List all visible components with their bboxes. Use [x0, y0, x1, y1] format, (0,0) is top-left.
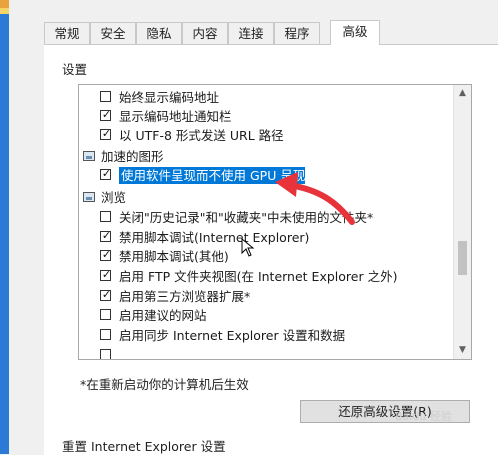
checkbox[interactable]: ✓	[100, 167, 112, 180]
scroll-down-arrow-icon[interactable]: ▼	[454, 342, 471, 359]
setting-row-enable-sync-settings[interactable]: 启用同步 Internet Explorer 设置和数据	[79, 326, 453, 345]
checkmark-icon: ✓	[101, 127, 112, 140]
setting-row-disable-script-debugging-ie[interactable]: ✓ 禁用脚本调试(Internet Explorer)	[79, 228, 453, 247]
checkbox[interactable]	[100, 349, 111, 359]
background-window-strip	[0, 0, 9, 454]
scrollbar-thumb[interactable]	[458, 241, 467, 275]
category-label: 加速的图形	[101, 149, 164, 164]
restart-note: *在重新启动你的计算机后生效	[80, 377, 249, 392]
checkmark-icon: ✓	[101, 248, 112, 261]
category-accelerated-graphics: 加速的图形	[79, 147, 453, 166]
tab-programs[interactable]: 程序	[274, 22, 320, 44]
tab-content[interactable]: 内容	[182, 22, 228, 44]
setting-label: 使用软件呈现而不使用 GPU 呈现*	[121, 168, 312, 183]
checkbox[interactable]: ✓	[100, 248, 112, 261]
checkbox[interactable]: ✓	[100, 108, 112, 121]
checkmark-icon: ✓	[101, 108, 112, 121]
setting-label: 启用建议的网站	[119, 308, 207, 323]
advanced-settings-list[interactable]: 始终显示编码地址 ✓ 显示编码地址通知栏 ✓ 以 UTF-8 形式发送 URL …	[78, 84, 472, 360]
setting-label: 禁用脚本调试(Internet Explorer)	[119, 230, 310, 245]
setting-label: 关闭"历史记录"和"收藏夹"中未使用的文件夹*	[119, 210, 374, 225]
checkmark-icon: ✓	[101, 229, 112, 242]
checkmark-icon: ✓	[101, 268, 112, 281]
taskbar-chip	[0, 0, 9, 8]
tab-advanced[interactable]: 高级	[330, 20, 380, 45]
setting-row-enable-ftp-folder-view[interactable]: ✓ 启用 FTP 文件夹视图(在 Internet Explorer 之外)	[79, 267, 453, 286]
setting-label: 显示编码地址通知栏	[119, 109, 232, 124]
checkbox[interactable]	[100, 309, 111, 320]
mouse-pointer-icon	[241, 238, 255, 257]
setting-row-partial[interactable]	[79, 346, 453, 359]
checkbox[interactable]	[100, 211, 111, 222]
category-browsing: 浏览	[79, 188, 453, 207]
setting-row-always-show-encoded-address[interactable]: 始终显示编码地址	[79, 88, 453, 107]
checkbox[interactable]: ✓	[100, 288, 112, 301]
watermark-logo: Baidu 经验	[395, 410, 452, 423]
setting-label: 始终显示编码地址	[119, 90, 220, 105]
checkbox[interactable]	[100, 91, 111, 102]
setting-label: 启用 FTP 文件夹视图(在 Internet Explorer 之外)	[119, 269, 398, 284]
setting-row-send-utf8-url[interactable]: ✓ 以 UTF-8 形式发送 URL 路径	[79, 126, 453, 145]
tab-general[interactable]: 常规	[44, 22, 90, 44]
checkbox[interactable]: ✓	[100, 127, 112, 140]
tab-bar: 常规 安全 隐私 内容 连接 程序 高级	[44, 20, 498, 45]
checkbox[interactable]: ✓	[100, 268, 112, 281]
tab-privacy[interactable]: 隐私	[136, 22, 182, 44]
checkbox[interactable]: ✓	[100, 229, 112, 242]
setting-row-show-encoded-address-notification[interactable]: ✓ 显示编码地址通知栏	[79, 107, 453, 126]
vertical-scrollbar[interactable]: ▲ ▼	[453, 85, 471, 359]
checkbox[interactable]	[100, 329, 111, 340]
graphics-icon	[83, 151, 95, 161]
settings-section-label: 设置	[62, 62, 88, 77]
setting-label: 以 UTF-8 形式发送 URL 路径	[119, 128, 284, 143]
scroll-up-arrow-icon[interactable]: ▲	[454, 85, 471, 102]
tab-security[interactable]: 安全	[90, 22, 136, 44]
setting-label: 启用第三方浏览器扩展*	[119, 289, 251, 304]
setting-label: 启用同步 Internet Explorer 设置和数据	[119, 328, 346, 343]
browse-icon	[83, 192, 95, 202]
setting-row-software-rendering[interactable]: ✓ 使用软件呈现而不使用 GPU 呈现*	[79, 166, 453, 185]
setting-row-disable-script-debugging-other[interactable]: ✓ 禁用脚本调试(其他)	[79, 247, 453, 266]
setting-row-close-unused-folders[interactable]: 关闭"历史记录"和"收藏夹"中未使用的文件夹*	[79, 208, 453, 227]
setting-row-enable-suggested-sites[interactable]: 启用建议的网站	[79, 306, 453, 325]
checkmark-icon: ✓	[101, 167, 112, 180]
taskbar-chip	[0, 8, 9, 14]
category-label: 浏览	[101, 190, 127, 205]
checkmark-icon: ✓	[101, 288, 112, 301]
tab-connections[interactable]: 连接	[228, 22, 274, 44]
reset-ie-settings-label: 重置 Internet Explorer 设置	[62, 439, 226, 454]
setting-row-enable-third-party-extensions[interactable]: ✓ 启用第三方浏览器扩展*	[79, 287, 453, 306]
setting-label: 禁用脚本调试(其他)	[119, 249, 229, 264]
